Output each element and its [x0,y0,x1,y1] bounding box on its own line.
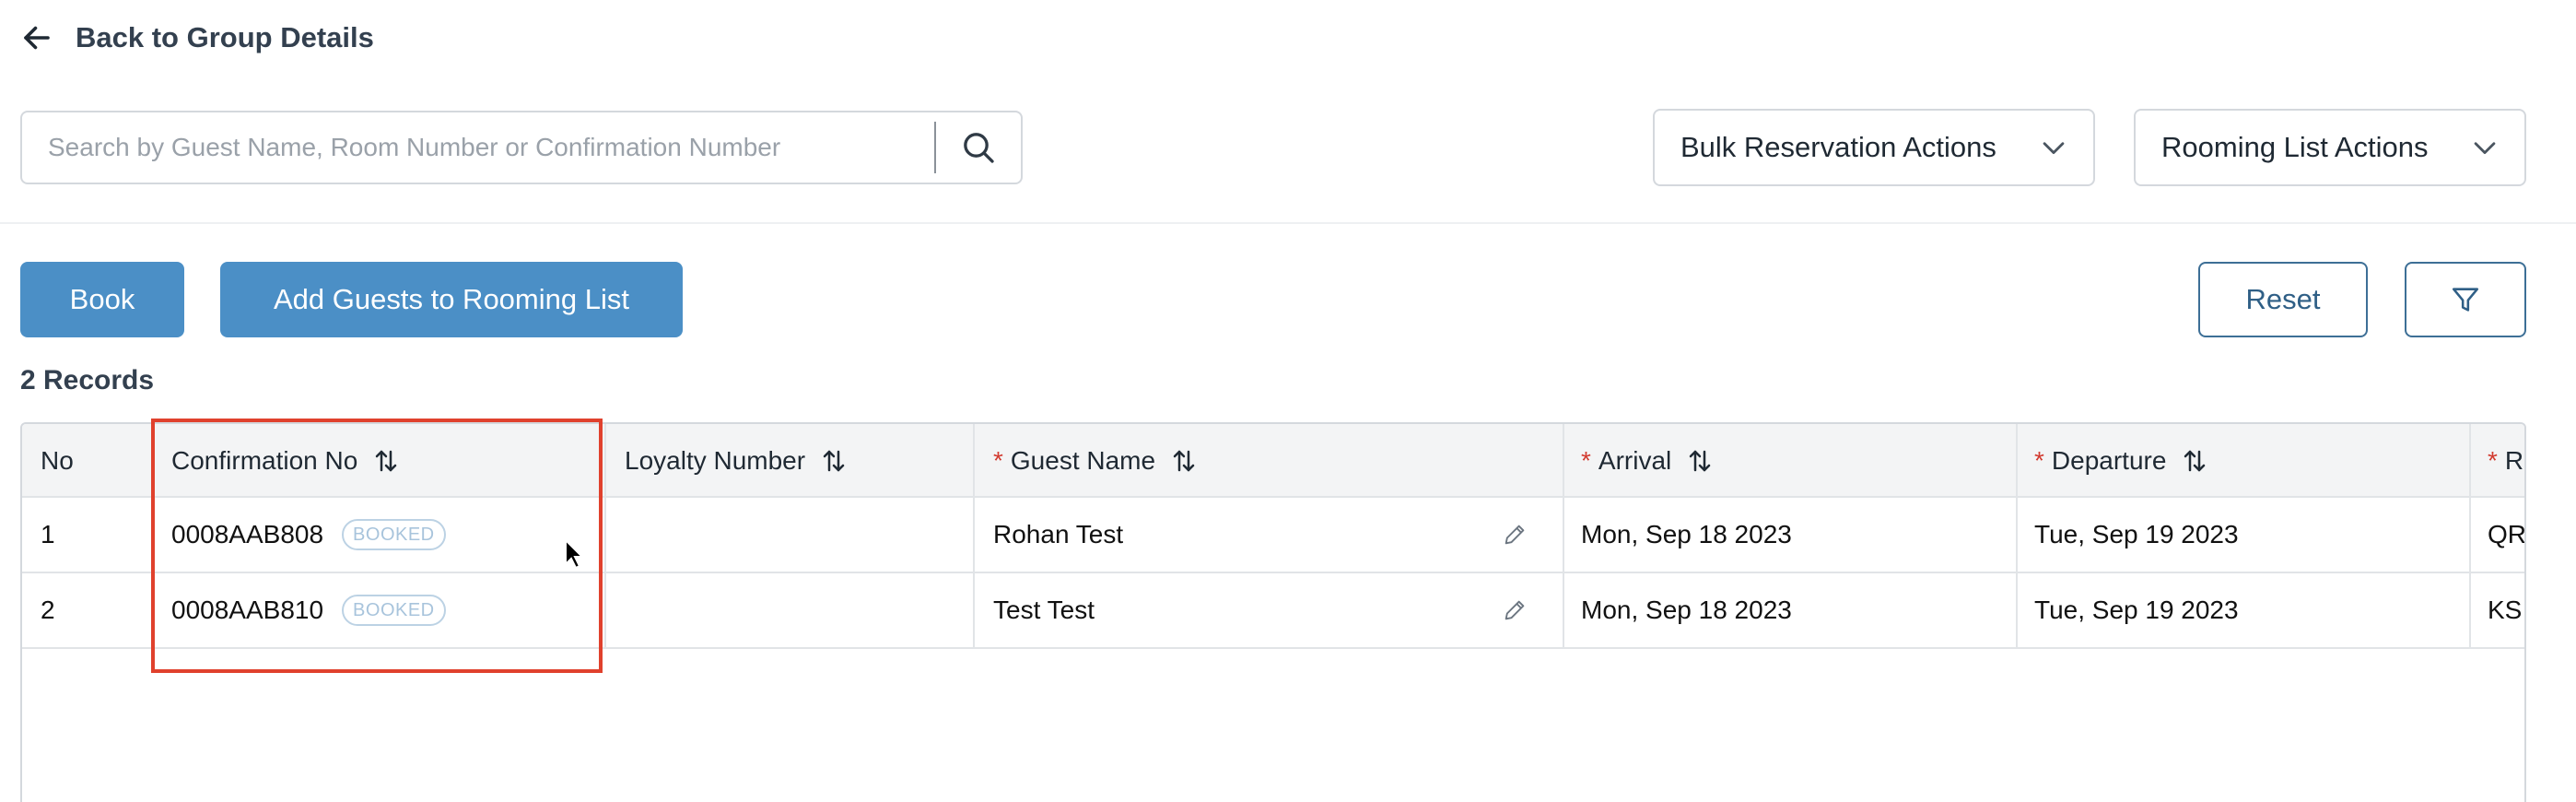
status-badge: BOOKED [342,519,446,550]
row-number: 1 [41,520,55,548]
column-label: Confirmation No [171,446,358,475]
status-badge: BOOKED [342,595,446,626]
sort-icon[interactable] [820,447,848,475]
guest-name-cell: Rohan Test [993,498,1546,572]
confirmation-cell: 0008AAB808 BOOKED [171,498,595,572]
filter-icon [2452,288,2479,312]
column-label: No [41,446,74,475]
records-count: 2 Records [20,365,155,395]
room-type: QR [2488,520,2526,548]
required-mark: * [2488,446,2498,475]
chevron-down-icon [2474,142,2496,155]
guest-name: Test Test [993,596,1095,624]
required-mark: * [1581,446,1591,475]
confirmation-number[interactable]: 0008AAB808 [171,520,323,549]
column-header-guest-name[interactable]: * Guest Name [993,424,1555,498]
arrival-date: Mon, Sep 18 2023 [1581,596,1792,624]
confirmation-cell: 0008AAB810 BOOKED [171,573,595,647]
search-input[interactable] [22,112,934,183]
search-icon [964,133,994,163]
bulk-reservation-actions-dropdown[interactable]: Bulk Reservation Actions [1653,109,2095,186]
arrow-left-icon [24,26,50,50]
column-label: Arrival [1598,446,1672,475]
column-header-confirmation-no[interactable]: Confirmation No [171,424,604,498]
sort-icon[interactable] [1170,447,1198,475]
departure-date: Tue, Sep 19 2023 [2034,596,2239,624]
loyalty-number-cell [625,498,956,572]
table-header: No Confirmation No Loyalty Number * Gues… [22,424,2524,498]
table-row[interactable]: 1 0008AAB808 BOOKED Rohan Test Mon, Sep … [22,498,2524,573]
header-divider [0,222,2576,224]
column-header-room[interactable]: * Ro [2488,424,2524,498]
row-number: 2 [41,596,55,624]
column-header-departure[interactable]: * Departure [2034,424,2458,498]
chevron-down-icon [2043,142,2065,155]
table-row[interactable]: 2 0008AAB810 BOOKED Test Test Mon, Sep 1… [22,573,2524,649]
sort-icon[interactable] [1686,447,1714,475]
rooming-list-table: No Confirmation No Loyalty Number * Gues… [20,422,2526,802]
confirmation-number[interactable]: 0008AAB810 [171,596,323,625]
sort-icon[interactable] [372,447,400,475]
filter-button[interactable] [2405,262,2526,337]
column-header-no: No [41,424,160,498]
bulk-reservation-actions-label: Bulk Reservation Actions [1680,131,1996,163]
search-box [20,111,1023,184]
column-header-arrival[interactable]: * Arrival [1581,424,2005,498]
loyalty-number-cell [625,573,956,647]
column-label: Ro [2504,446,2524,475]
back-to-group-details-link[interactable]: Back to Group Details [20,17,374,59]
search-button[interactable] [936,112,1021,183]
book-button[interactable]: Book [20,262,184,337]
pencil-icon[interactable] [1502,597,1528,623]
arrival-date: Mon, Sep 18 2023 [1581,520,1792,548]
sort-icon[interactable] [2181,447,2208,475]
required-mark: * [2034,446,2044,475]
departure-date: Tue, Sep 19 2023 [2034,520,2239,548]
column-label: Departure [2051,446,2167,475]
add-guests-to-rooming-list-button[interactable]: Add Guests to Rooming List [220,262,683,337]
pencil-icon[interactable] [1502,522,1528,548]
guest-name-cell: Test Test [993,573,1546,647]
required-mark: * [993,446,1003,475]
column-header-loyalty-number[interactable]: Loyalty Number [625,424,975,498]
rooming-list-actions-dropdown[interactable]: Rooming List Actions [2134,109,2526,186]
back-label: Back to Group Details [76,21,374,53]
column-label: Guest Name [1010,446,1156,475]
column-label: Loyalty Number [625,446,806,475]
room-type: KS [2488,596,2523,624]
guest-name: Rohan Test [993,520,1124,548]
reset-button[interactable]: Reset [2198,262,2368,337]
rooming-list-actions-label: Rooming List Actions [2161,131,2429,163]
